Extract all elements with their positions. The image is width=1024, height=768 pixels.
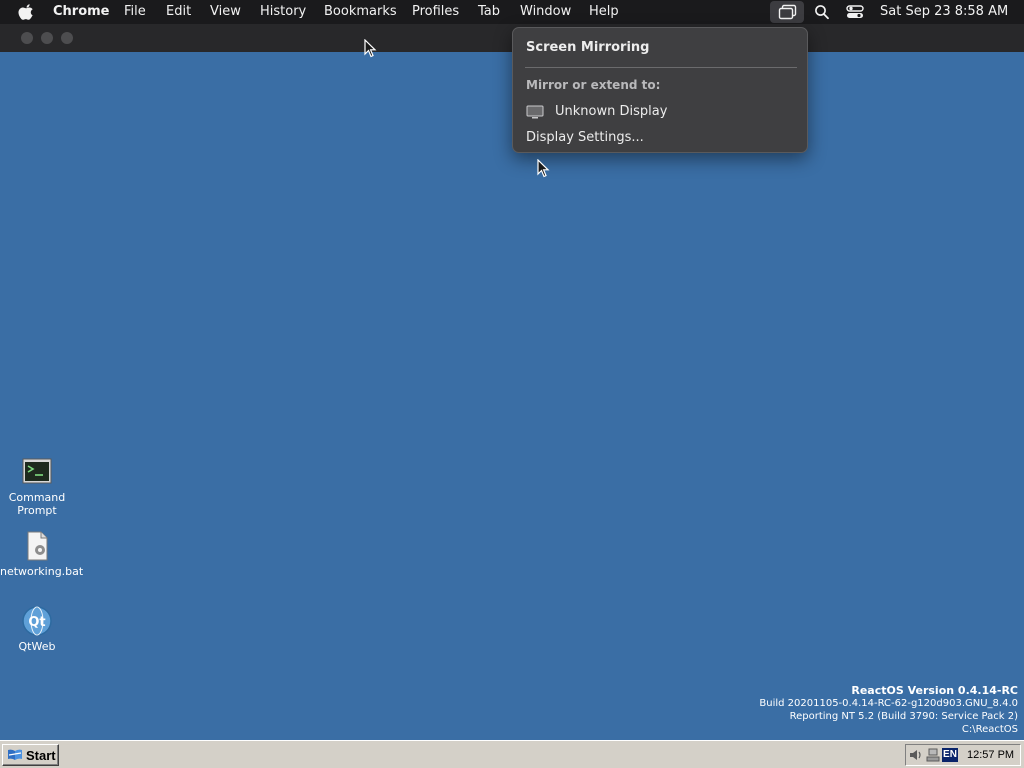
start-label: Start bbox=[26, 748, 56, 763]
menu-separator bbox=[525, 67, 797, 68]
app-menu-chrome[interactable]: Chrome bbox=[53, 4, 110, 20]
screen-mirroring-icon[interactable] bbox=[778, 3, 798, 21]
taskbar: Start EN 12:57 PM bbox=[0, 740, 1024, 768]
menu-help[interactable]: Help bbox=[589, 4, 619, 20]
mouse-cursor-icon bbox=[537, 159, 550, 178]
window-close-button[interactable] bbox=[21, 32, 33, 44]
reactos-version-info: ReactOS Version 0.4.14-RC Build 20201105… bbox=[759, 684, 1018, 736]
window-minimize-button[interactable] bbox=[41, 32, 53, 44]
mirror-section-label: Mirror or extend to: bbox=[526, 78, 661, 92]
menubar-clock[interactable]: Sat Sep 23 8:58 AM bbox=[880, 4, 1008, 20]
menu-profiles[interactable]: Profiles bbox=[412, 4, 459, 20]
mouse-cursor-icon bbox=[364, 39, 377, 58]
menu-history[interactable]: History bbox=[260, 4, 306, 20]
version-build: Build 20201105-0.4.14-RC-62-g120d903.GNU… bbox=[759, 698, 1018, 709]
batch-file-icon bbox=[27, 531, 48, 561]
desktop-icon-label: Command Prompt bbox=[8, 491, 66, 517]
qtweb-icon: Qt bbox=[22, 606, 52, 636]
unknown-display-label: Unknown Display bbox=[555, 104, 668, 119]
menu-bar: Chrome File Edit View History Bookmarks … bbox=[0, 0, 1024, 24]
menu-edit[interactable]: Edit bbox=[166, 4, 191, 20]
apple-logo-icon[interactable] bbox=[18, 3, 35, 20]
version-title: ReactOS Version 0.4.14-RC bbox=[851, 684, 1018, 697]
window-zoom-button[interactable] bbox=[61, 32, 73, 44]
menu-window[interactable]: Window bbox=[520, 4, 571, 20]
desktop-icon-command-prompt[interactable]: Command Prompt bbox=[0, 456, 74, 517]
menu-view[interactable]: View bbox=[210, 4, 241, 20]
control-center-icon[interactable] bbox=[846, 3, 864, 21]
desktop-icon-qtweb[interactable]: Qt QtWeb bbox=[0, 605, 74, 653]
menu-bookmarks[interactable]: Bookmarks bbox=[324, 4, 397, 20]
display-icon bbox=[526, 105, 544, 119]
screen-mirroring-menu: Screen Mirroring Mirror or extend to: Un… bbox=[512, 27, 808, 153]
desktop-icon-label: QtWeb bbox=[18, 640, 56, 653]
desktop-icon-networking-bat[interactable]: networking.bat bbox=[0, 530, 83, 578]
version-reporting: Reporting NT 5.2 (Build 3790: Service Pa… bbox=[789, 711, 1018, 722]
network-icon[interactable] bbox=[926, 748, 940, 762]
command-prompt-icon bbox=[22, 458, 52, 484]
taskbar-clock[interactable]: 12:57 PM bbox=[967, 749, 1014, 761]
start-button[interactable]: Start bbox=[2, 744, 59, 766]
system-tray: EN 12:57 PM bbox=[905, 744, 1021, 766]
reactos-logo-icon bbox=[8, 749, 22, 760]
menu-file[interactable]: File bbox=[124, 4, 146, 20]
svg-text:Qt: Qt bbox=[28, 615, 45, 630]
spotlight-search-icon[interactable] bbox=[814, 3, 830, 21]
menu-tab[interactable]: Tab bbox=[478, 4, 500, 20]
desktop-icon-label: networking.bat bbox=[0, 565, 84, 578]
screen-mirroring-title: Screen Mirroring bbox=[526, 40, 650, 55]
volume-icon[interactable] bbox=[909, 748, 923, 762]
display-settings-item[interactable]: Display Settings... bbox=[526, 130, 644, 145]
version-path: C:\ReactOS bbox=[961, 724, 1018, 735]
language-indicator[interactable]: EN bbox=[942, 748, 958, 762]
